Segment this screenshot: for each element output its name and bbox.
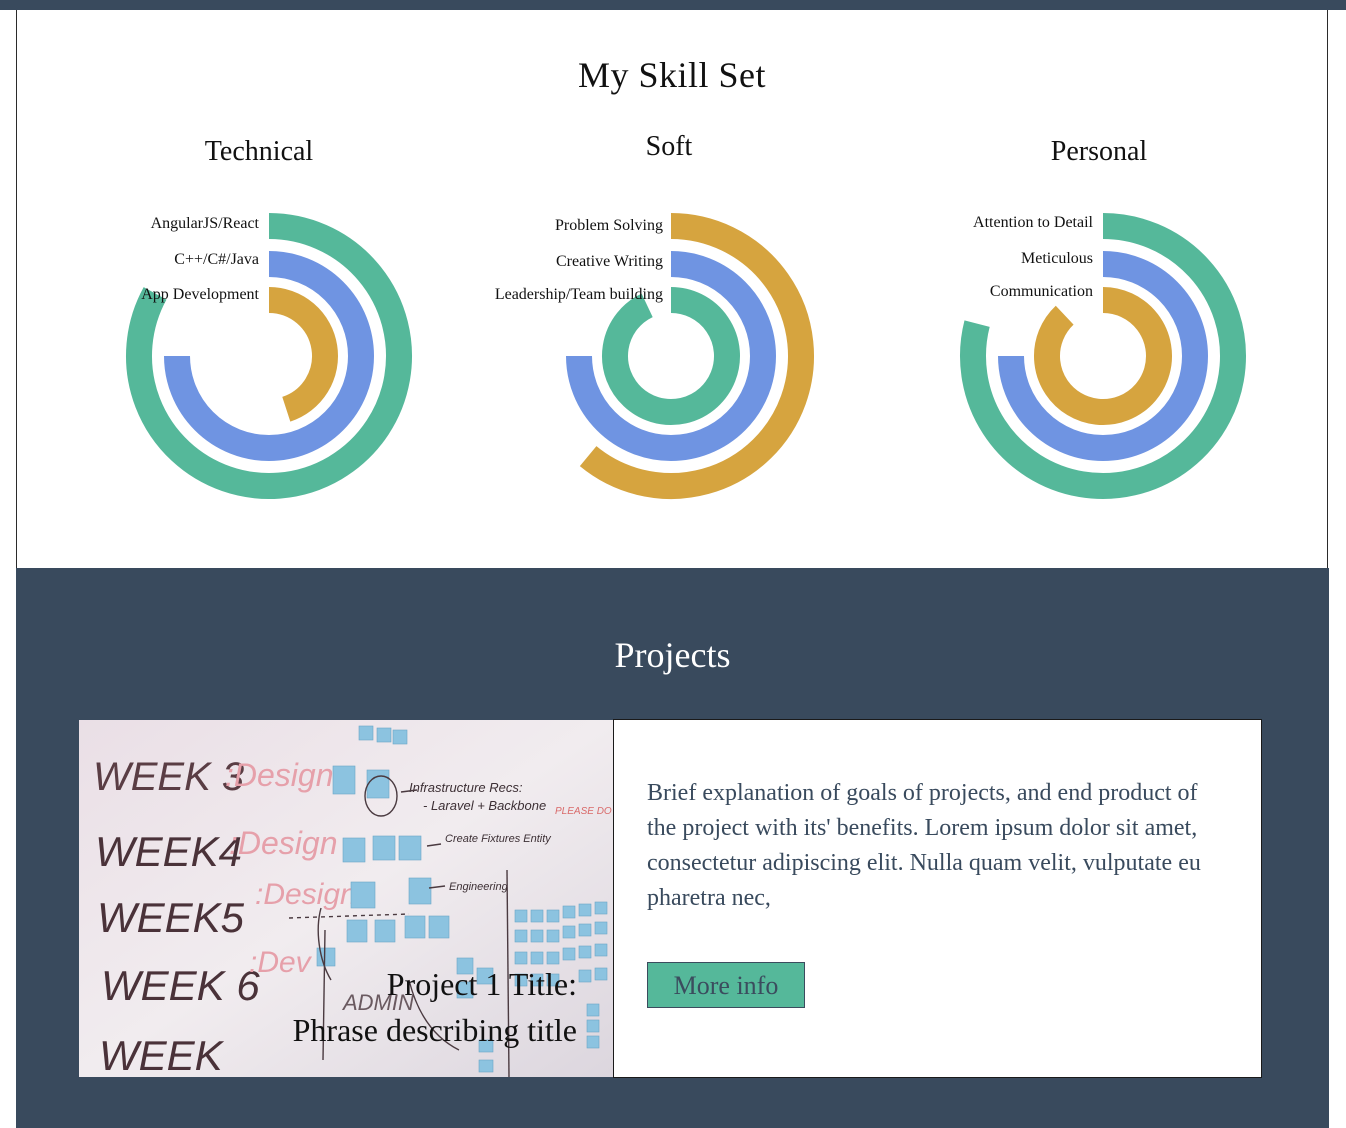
wb-note4: Engineering bbox=[449, 881, 509, 893]
skill-label: AngularJS/React bbox=[150, 215, 259, 232]
wb-design5: :Design bbox=[255, 878, 357, 911]
wb-note3: Create Fixtures Entity bbox=[445, 833, 552, 845]
skill-label: App Development bbox=[141, 286, 259, 303]
top-bar bbox=[0, 0, 1346, 10]
skill-panel-technical: Technical AngularJS/React C++/C#/Java Ap… bbox=[17, 10, 447, 568]
skill-label: Communication bbox=[989, 283, 1093, 300]
skill-label: Creative Writing bbox=[555, 253, 663, 270]
skill-ring-arc bbox=[268, 287, 338, 422]
project-image[interactable]: WEEK 3 :Design WEEK4 :Design WEEK5 :Desi… bbox=[79, 720, 613, 1077]
skills-section: My Skill Set Technical AngularJS/React C… bbox=[16, 10, 1328, 568]
skill-rings-personal bbox=[960, 213, 1246, 499]
wb-week6: WEEK 6 bbox=[101, 962, 260, 1009]
skill-ring-arc bbox=[602, 287, 740, 425]
projects-title: Projects bbox=[614, 635, 731, 675]
project-image-title: Project 1 Title: Phrase describing title bbox=[293, 961, 577, 1053]
skill-ring-arc bbox=[1034, 287, 1172, 425]
wb-design4: :Design bbox=[229, 825, 338, 861]
wb-week7: WEEK bbox=[99, 1032, 225, 1077]
projects-section: Projects WEEK 3 :Design WEEK4 :Design WE… bbox=[16, 568, 1329, 1128]
skill-label: Meticulous bbox=[1021, 250, 1093, 267]
wb-design3: :Design bbox=[225, 757, 334, 793]
project-title-line1: Project 1 Title: bbox=[386, 966, 577, 1002]
project-card: Brief explanation of goals of projects, … bbox=[613, 719, 1262, 1078]
skill-label: C++/C#/Java bbox=[174, 251, 259, 268]
wb-week5: WEEK5 bbox=[97, 894, 245, 941]
more-info-button[interactable]: More info bbox=[647, 962, 805, 1008]
wb-note6: PLEASE DO NOT ERASE bbox=[555, 806, 613, 817]
project-title-line2: Phrase describing title bbox=[292, 1012, 577, 1048]
wb-note1: Infrastructure Recs: bbox=[409, 780, 523, 795]
skill-label: Problem Solving bbox=[554, 217, 663, 234]
skill-label: Leadership/Team building bbox=[494, 286, 663, 303]
wb-week3: WEEK 3 bbox=[93, 755, 244, 799]
skill-panel-personal: Personal Attention to Detail Meticulous … bbox=[877, 10, 1327, 568]
wb-week4: WEEK4 bbox=[95, 828, 242, 875]
skill-panel-soft: Soft Problem Solving Creative Writing Le… bbox=[447, 10, 877, 568]
project-description: Brief explanation of goals of projects, … bbox=[647, 780, 1201, 911]
wb-note2: - Laravel + Backbone bbox=[423, 798, 546, 813]
skill-label: Attention to Detail bbox=[973, 214, 1093, 231]
